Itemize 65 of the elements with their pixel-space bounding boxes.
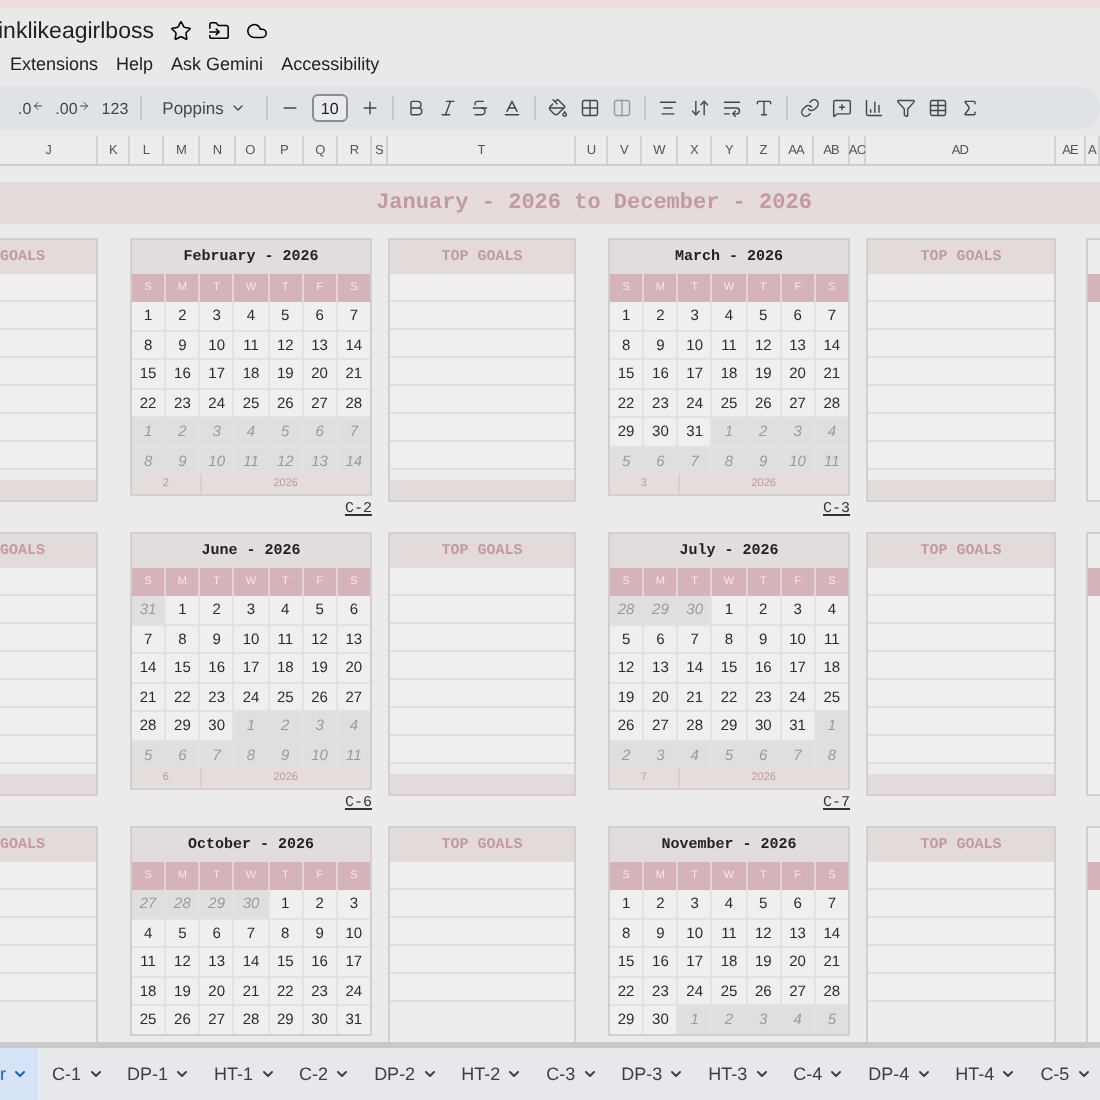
decrease-decimal-button[interactable]: .0 (18, 99, 44, 117)
caret-icon (229, 100, 246, 116)
caret-icon (12, 1066, 28, 1082)
caret-icon (753, 1066, 770, 1082)
sheet-tab[interactable]: r (0, 1048, 38, 1100)
caret-icon (1075, 1066, 1092, 1082)
borders-icon[interactable] (579, 98, 600, 118)
caret-icon (259, 1066, 276, 1082)
caret-icon (506, 1066, 523, 1082)
font-dropdown[interactable]: Poppins (154, 98, 254, 118)
sheet-tab[interactable]: HT-2 (451, 1048, 533, 1100)
vertical-align-icon[interactable] (689, 98, 710, 118)
text-rotation-icon[interactable] (753, 98, 774, 118)
sigma-icon[interactable] (959, 98, 980, 118)
plus-icon[interactable] (359, 98, 380, 118)
sheet-tab[interactable]: C-3 (536, 1048, 608, 1100)
banner-title: January - 2026 to December - 2026 (376, 191, 812, 215)
sheet-tab[interactable]: HT-4 (945, 1048, 1027, 1100)
cloud-icon[interactable] (245, 20, 268, 42)
caret-icon (1000, 1066, 1017, 1082)
panel-footer (0, 774, 96, 794)
sheet-tab[interactable]: C-2 (289, 1048, 361, 1100)
font-size-field[interactable]: 10 (311, 94, 348, 122)
panel-footer (0, 480, 96, 500)
star-icon[interactable] (169, 20, 192, 42)
sheet-tab[interactable]: C-5 (1030, 1048, 1100, 1100)
caret-icon (668, 1066, 685, 1082)
strikethrough-icon[interactable] (469, 98, 490, 118)
caret-icon (334, 1066, 351, 1082)
arrow-right-icon (77, 99, 90, 111)
bold-icon[interactable] (405, 98, 426, 118)
arrow-left-icon (31, 99, 44, 111)
sheet-tab[interactable]: HT-1 (204, 1048, 286, 1100)
caret-icon (828, 1066, 845, 1082)
menu-item[interactable]: Help (116, 53, 154, 73)
sheet-tab[interactable]: DP-3 (611, 1048, 695, 1100)
caret-icon (915, 1066, 932, 1082)
align-icon[interactable] (657, 98, 678, 118)
sheet-tab[interactable]: C-4 (783, 1048, 855, 1100)
chart-icon[interactable] (863, 98, 884, 118)
menu-item[interactable]: Accessibility (281, 53, 380, 73)
sheet-tab[interactable]: DP-2 (364, 1048, 448, 1100)
text-color-icon[interactable] (501, 98, 522, 118)
sheet-tab[interactable]: HT-3 (698, 1048, 780, 1100)
caret-icon (87, 1066, 104, 1082)
italic-icon[interactable] (437, 98, 458, 118)
menu-item[interactable]: Extensions (10, 53, 99, 73)
sheet-tab[interactable]: DP-4 (858, 1048, 942, 1100)
wrap-icon[interactable] (721, 98, 742, 118)
table-icon[interactable] (927, 98, 948, 118)
increase-decimal-button[interactable]: .00 (55, 99, 90, 117)
number-format-button[interactable]: 123 (101, 99, 129, 117)
caret-icon (581, 1066, 598, 1082)
caret-icon (421, 1066, 438, 1082)
menu-item[interactable]: Ask Gemini (171, 53, 264, 73)
caret-icon (174, 1066, 191, 1082)
link-icon[interactable] (799, 98, 820, 118)
sheet-tab[interactable]: DP-1 (117, 1048, 201, 1100)
comment-icon[interactable] (831, 98, 852, 118)
filter-icon[interactable] (895, 98, 916, 118)
merge-icon[interactable] (611, 98, 632, 118)
document-title[interactable]: inklikeagirlboss (0, 19, 154, 43)
sheet-tab[interactable]: C-1 (42, 1048, 114, 1100)
paint-bucket-icon[interactable] (547, 98, 568, 118)
folder-icon[interactable] (207, 20, 230, 42)
